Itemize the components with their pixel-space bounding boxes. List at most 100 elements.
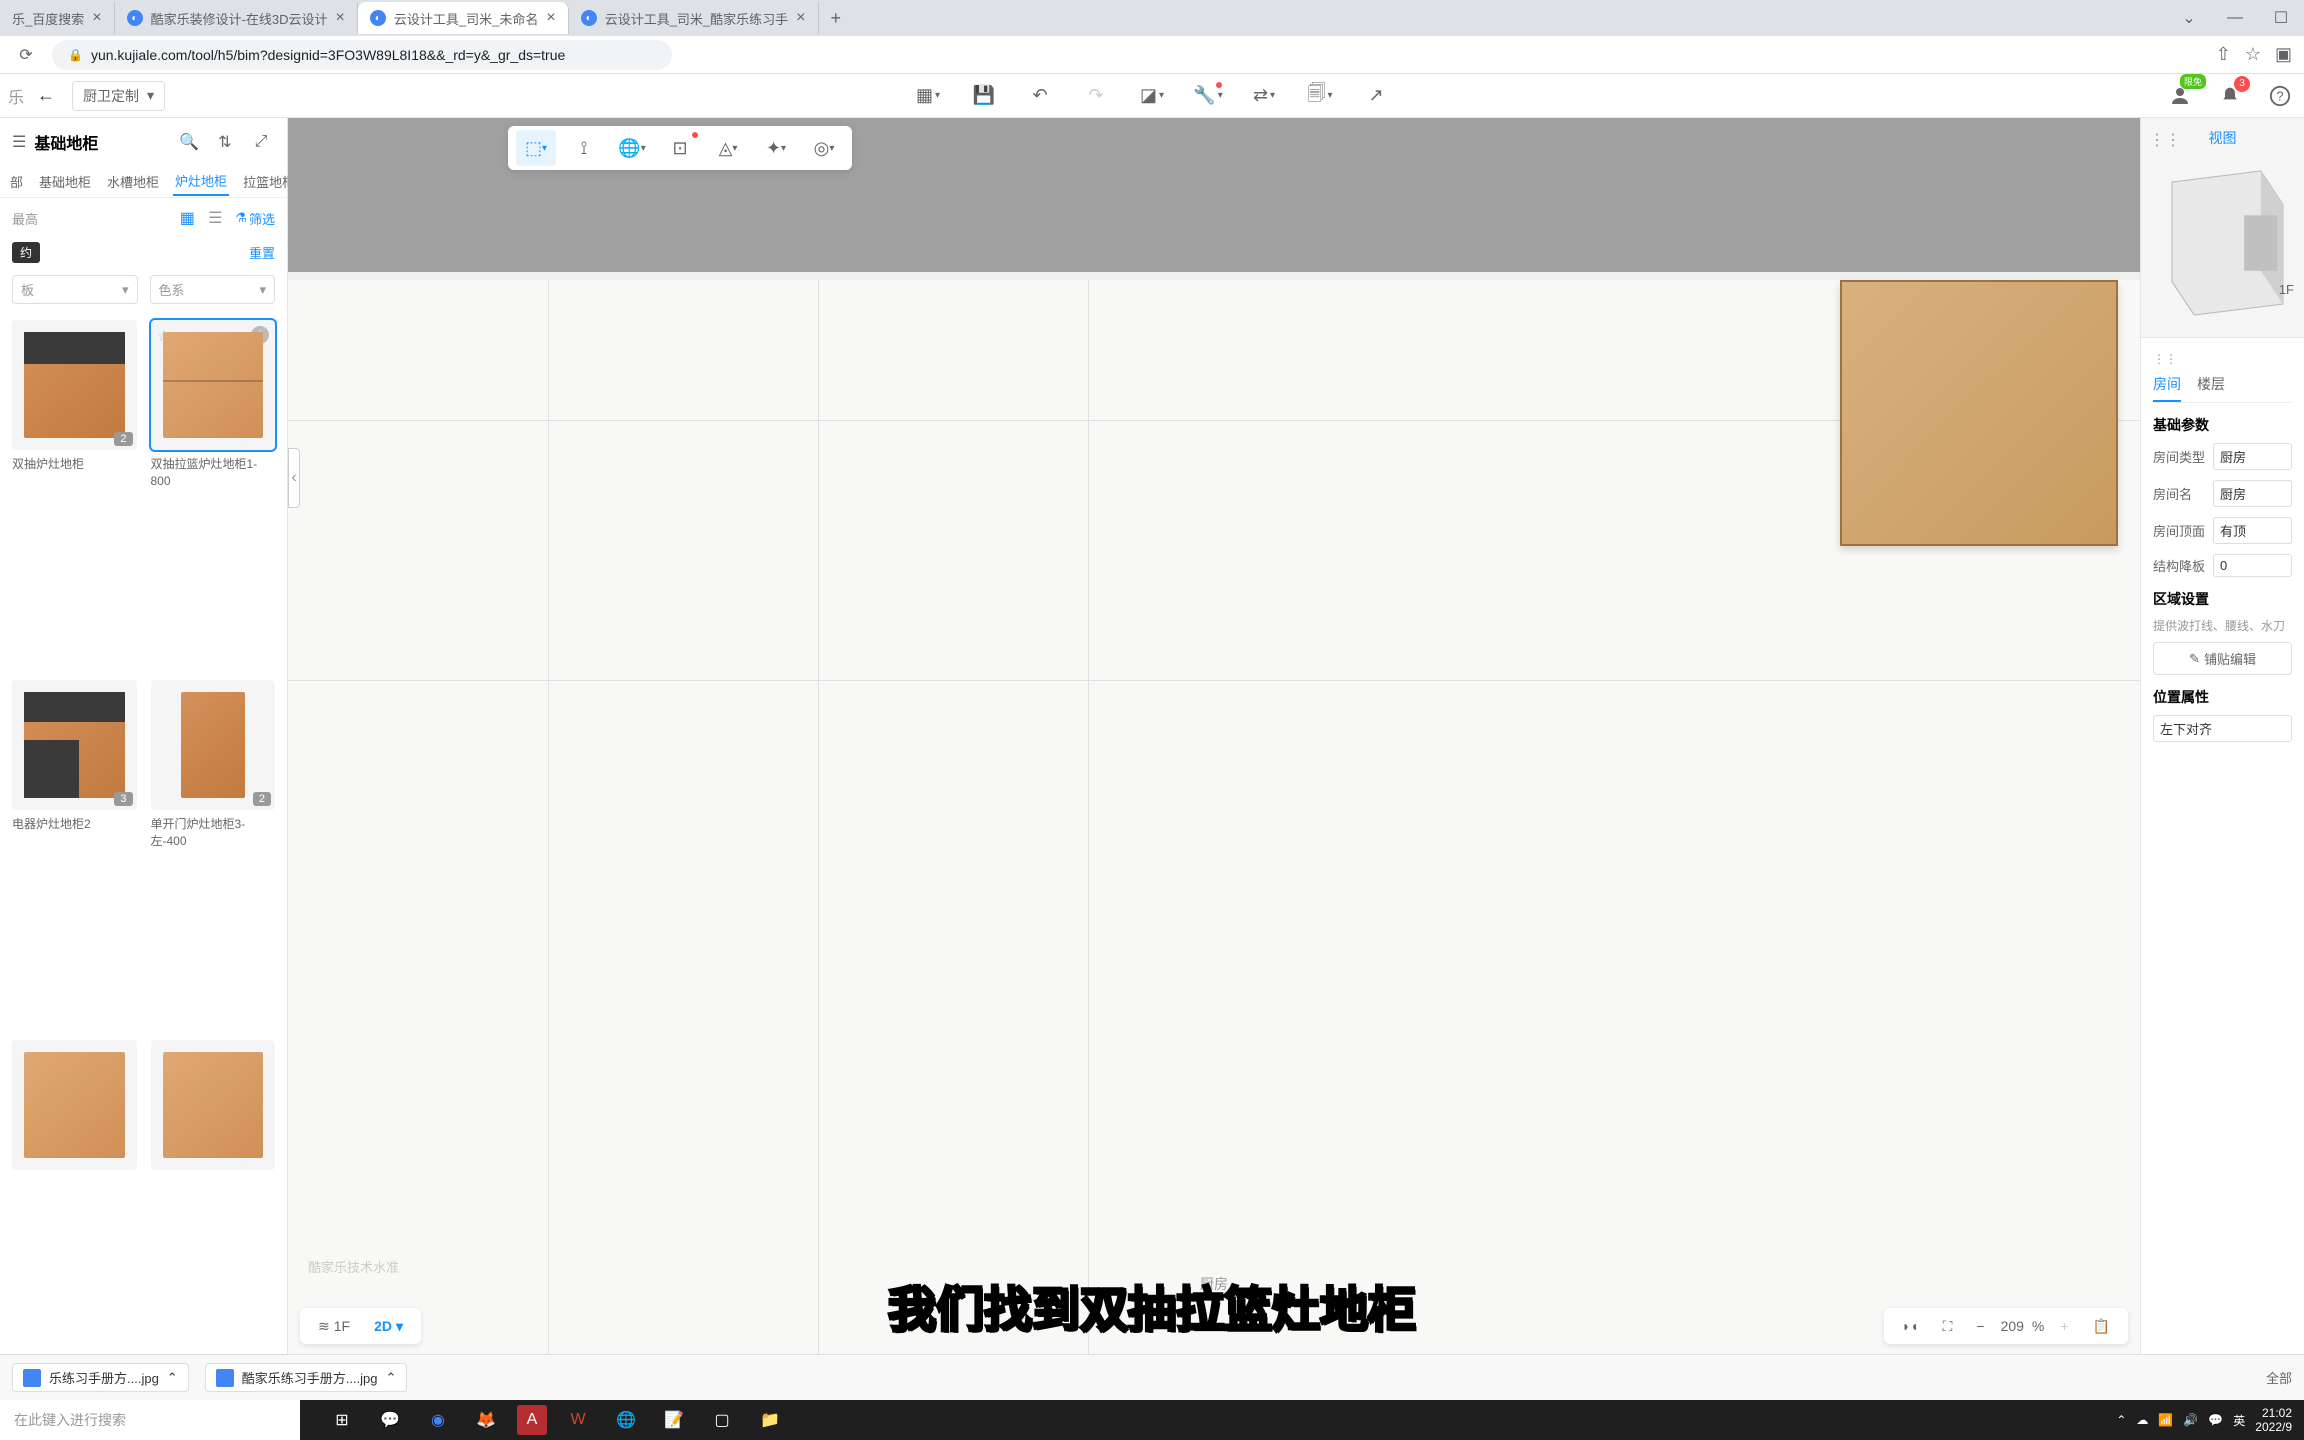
list-view-icon[interactable]: ☰ <box>203 206 227 230</box>
cat-tab-1[interactable]: 基础地柜 <box>37 168 93 195</box>
tab-room[interactable]: 房间 <box>2153 368 2181 402</box>
url-input[interactable]: 🔒 yun.kujiale.com/tool/h5/bim?designid=3… <box>52 40 672 70</box>
undo-button[interactable]: ↶ <box>1024 80 1056 112</box>
close-icon[interactable]: × <box>92 9 101 27</box>
star-icon[interactable]: ☆ <box>2245 44 2261 65</box>
export-button[interactable]: ↗ <box>1360 80 1392 112</box>
align-input[interactable]: 左下对齐 <box>2153 715 2292 742</box>
chrome-icon[interactable]: 🌐 <box>604 1400 648 1440</box>
notifications-button[interactable]: 3 <box>2214 80 2246 112</box>
placed-cabinet[interactable] <box>1840 280 2118 546</box>
product-item[interactable]: 2 单开门炉灶地柜3-左-400 <box>151 680 276 1026</box>
zoom-in-button[interactable]: + <box>2052 1314 2076 1338</box>
room-type-input[interactable]: 厨房 <box>2213 443 2292 470</box>
tool-2-button[interactable]: ⇄▾ <box>1248 80 1280 112</box>
wifi-icon[interactable]: 📶 <box>2158 1413 2173 1427</box>
back-button[interactable]: ← <box>28 78 64 114</box>
tab-2[interactable]: ◐ 酷家乐装修设计-在线3D云设计 × <box>115 2 358 34</box>
task-view-icon[interactable]: ⊞ <box>320 1400 364 1440</box>
app-icon[interactable]: ◉ <box>416 1400 460 1440</box>
reset-link[interactable]: 重置 <box>249 243 275 262</box>
maximize-icon[interactable]: ☐ <box>2258 2 2304 34</box>
firefox-icon[interactable]: 🦊 <box>464 1400 508 1440</box>
canvas[interactable]: ‹ 厨房 酷家乐技术水准 ⬚▾ ⟟ 🌐▾ ⊡ ◬▾ ✦▾ ◎▾ ≋ 1F 2D … <box>288 118 2140 1354</box>
tab-1[interactable]: 乐_百度搜索 × <box>0 2 115 34</box>
fullscreen-button[interactable]: ⛶ <box>1935 1314 1961 1339</box>
drag-handle-icon[interactable]: ⋮⋮ <box>2153 352 2177 366</box>
close-icon[interactable]: × <box>796 9 805 27</box>
search-icon[interactable]: 🔍 <box>175 128 203 156</box>
material-dropdown[interactable]: 板▾ <box>12 275 138 304</box>
reload-icon[interactable]: ⟳ <box>12 41 40 69</box>
globe-tool[interactable]: 🌐▾ <box>612 130 652 166</box>
mode-dropdown[interactable]: 厨卫定制 ▾ <box>72 81 165 111</box>
color-dropdown[interactable]: 色系▾ <box>150 275 276 304</box>
tile-edit-button[interactable]: ✎铺贴编辑 <box>2153 642 2292 675</box>
download-item[interactable]: 酷家乐练习手册方....jpg ⌃ <box>205 1363 408 1392</box>
wps-icon[interactable]: W <box>556 1400 600 1440</box>
measure-tool[interactable]: ⟟ <box>564 130 604 166</box>
cat-tab-3[interactable]: 炉灶地柜 <box>173 167 229 196</box>
copy-button[interactable]: 🗐▾ <box>1304 80 1336 112</box>
tray-chevron-icon[interactable]: ⌃ <box>2116 1413 2126 1427</box>
preview-3d[interactable]: ⋮⋮ 视图 1F <box>2141 118 2304 338</box>
sort-icon[interactable]: ⇅ <box>211 128 239 156</box>
more-icon[interactable]: ⌄ <box>2166 2 2212 34</box>
redo-button[interactable]: ↷ <box>1080 80 1112 112</box>
chevron-up-icon[interactable]: ⌃ <box>386 1370 397 1386</box>
snap-tool[interactable]: ⊡ <box>660 130 700 166</box>
file-button[interactable]: ▦▾ <box>912 80 944 112</box>
collapse-icon[interactable]: ⤢ <box>247 128 275 156</box>
download-item[interactable]: 乐练习手册方....jpg ⌃ <box>12 1363 189 1392</box>
cloud-icon[interactable]: ☁ <box>2136 1413 2148 1427</box>
offset-input[interactable]: 0 <box>2213 554 2292 577</box>
tool-1-button[interactable]: 🔧▾ <box>1192 80 1224 112</box>
cat-tab-0[interactable]: 部 <box>8 168 25 195</box>
target-tool[interactable]: ◎▾ <box>804 130 844 166</box>
chevron-up-icon[interactable]: ⌃ <box>167 1370 178 1386</box>
layers-button[interactable]: ≋ 1F <box>310 1314 358 1339</box>
wechat-tray-icon[interactable]: 💬 <box>2208 1413 2223 1427</box>
minimize-icon[interactable]: — <box>2212 2 2258 34</box>
cat-tab-2[interactable]: 水槽地柜 <box>105 168 161 195</box>
sidepanel-icon[interactable]: ▣ <box>2275 44 2292 65</box>
wechat-icon[interactable]: 💬 <box>368 1400 412 1440</box>
help-button[interactable]: ? <box>2264 80 2296 112</box>
toggle-button[interactable]: ◗◖ <box>1894 1314 1927 1338</box>
product-item[interactable]: 2 双抽炉灶地柜 <box>12 320 137 666</box>
ime-indicator[interactable]: 英 <box>2233 1412 2245 1429</box>
app-icon-2[interactable]: ▢ <box>700 1400 744 1440</box>
product-item[interactable] <box>151 1040 276 1346</box>
collapse-handle[interactable]: ‹ <box>288 448 300 508</box>
drag-handle-icon[interactable]: ⋮⋮ <box>2149 130 2181 150</box>
product-item[interactable]: ☆ i 双抽拉篮炉灶地柜1-800 <box>151 320 276 666</box>
tab-3[interactable]: ◐ 云设计工具_司米_未命名 × <box>358 2 569 34</box>
close-icon[interactable]: × <box>546 9 555 27</box>
room-name-input[interactable]: 厨房 <box>2213 480 2292 507</box>
clock[interactable]: 21:02 2022/9 <box>2255 1406 2292 1434</box>
sort-label[interactable]: 最高 <box>12 209 38 228</box>
show-all-link[interactable]: 全部 <box>2266 1368 2292 1387</box>
user-avatar[interactable]: 限免 <box>2164 80 2196 112</box>
erase-button[interactable]: ◪▾ <box>1136 80 1168 112</box>
tab-floor[interactable]: 楼层 <box>2197 368 2225 402</box>
product-item[interactable] <box>12 1040 137 1346</box>
preview-tab[interactable]: 视图 <box>2209 128 2237 148</box>
notepad-icon[interactable]: 📝 <box>652 1400 696 1440</box>
tab-4[interactable]: ◐ 云设计工具_司米_酷家乐练习手 × <box>569 2 819 34</box>
product-item[interactable]: 3 电器炉灶地柜2 <box>12 680 137 1026</box>
zoom-out-button[interactable]: − <box>1968 1314 1992 1338</box>
filter-button[interactable]: ⚗ 筛选 <box>235 209 275 228</box>
menu-icon[interactable]: ☰ <box>12 132 26 152</box>
paint-tool[interactable]: ◬▾ <box>708 130 748 166</box>
folder-icon[interactable]: 📁 <box>748 1400 792 1440</box>
taskbar-search[interactable]: 在此键入进行搜索 <box>0 1400 300 1440</box>
save-button[interactable]: 💾 <box>968 80 1000 112</box>
autocad-icon[interactable]: A <box>517 1405 547 1435</box>
select-tool[interactable]: ⬚▾ <box>516 130 556 166</box>
filter-tag[interactable]: 约 <box>12 242 40 263</box>
close-icon[interactable]: × <box>336 9 345 27</box>
grid-view-icon[interactable]: ▦ <box>175 206 199 230</box>
ceiling-input[interactable]: 有顶 <box>2213 517 2292 544</box>
clipboard-button[interactable]: 📋 <box>2085 1314 2118 1339</box>
